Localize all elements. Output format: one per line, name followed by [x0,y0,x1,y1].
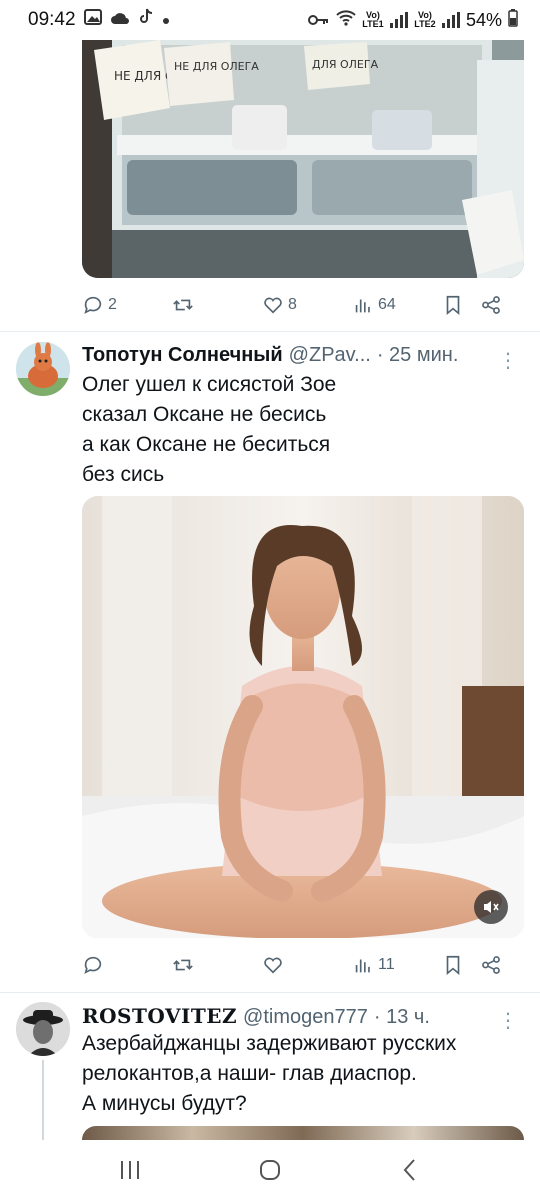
tweet-actions: 2 8 64 [82,290,514,320]
cloud-icon [110,9,130,31]
reply-icon [84,296,102,314]
home-button[interactable] [240,1150,300,1190]
views-button[interactable]: 64 [352,294,442,316]
like-button[interactable]: 8 [262,294,352,316]
views-button[interactable]: 11 [352,954,442,976]
retweet-icon [173,299,193,311]
avatar-image [16,342,70,396]
home-icon [260,1160,280,1180]
tweet-text-line: Азербайджанцы задерживают русских [82,1032,457,1055]
tweet-text-line: а как Оксане не беситься [82,433,331,456]
sim2-label: Vo) LTE2 [414,10,436,29]
more-icon[interactable]: ⋮ [498,1011,518,1031]
speaker-muted-icon [484,901,499,913]
tweet-text-line: Олег ушел к сисястой Зое [82,373,337,396]
tweet-divider [0,331,540,332]
reply-button[interactable]: 2 [82,294,172,316]
share-button[interactable] [480,954,510,976]
share-button[interactable] [480,294,510,316]
sim1-label: Vo) LTE1 [362,10,384,29]
fridge-photo: НЕ ДЛЯ ОЛЕГА НЕ ДЛЯ ОЛЕГА ДЛЯ ОЛЕГА [82,40,524,278]
share-icon [482,296,500,314]
timestamp[interactable]: · 25 мин. [377,344,459,367]
tweet-divider [0,992,540,993]
back-button[interactable] [380,1150,440,1190]
retweet-button[interactable] [172,294,262,316]
bookmark-icon [446,955,460,976]
views-icon [355,299,370,313]
tweet-image[interactable] [82,1126,524,1140]
tweet-text: Азербайджанцы задерживают русских релока… [82,1029,522,1119]
retweet-button[interactable] [172,954,262,976]
note-label: ДЛЯ ОЛЕГА [312,58,379,71]
bookmark-button[interactable] [442,294,480,316]
avatar[interactable] [16,342,70,396]
recent-apps-icon [121,1161,139,1179]
reply-button[interactable] [82,954,172,976]
like-button[interactable] [262,954,352,976]
tweet-text: Олег ушел к сисястой Зое сказал Оксане н… [82,370,522,490]
wifi-icon [336,9,356,31]
tweet-text-line: А минусы будут? [82,1092,247,1115]
user-handle[interactable]: @timogen777 [243,1006,368,1029]
tiktok-icon [138,8,154,32]
avatar[interactable] [16,1002,70,1056]
video-frame [82,496,524,938]
battery-level: 54% [465,9,502,30]
tweet-text-line: без сись [82,463,165,486]
thread-line [42,1060,44,1140]
tweet-image-fridge[interactable]: НЕ ДЛЯ ОЛЕГА НЕ ДЛЯ ОЛЕГА ДЛЯ ОЛЕГА [82,40,524,278]
dot-icon [162,9,170,31]
tweet-header: Топотун Солнечный @ZPav... · 25 мин. [82,344,522,367]
views-count: 64 [378,296,396,313]
bookmark-icon [446,295,460,316]
avatar-image [16,1002,70,1056]
mute-button[interactable] [474,890,508,924]
signal-icon [441,12,460,28]
like-count: 8 [288,296,297,313]
tweet-actions: 11 [82,950,514,980]
tweet-text-line: релокантов,а наши- глав диаспор. [82,1062,417,1085]
display-name[interactable]: ROSTOVITEZ [82,1004,237,1028]
key-icon [307,10,330,31]
more-icon[interactable]: ⋮ [498,351,518,371]
timestamp[interactable]: · 13 ч. [374,1006,430,1029]
bookmark-button[interactable] [442,954,480,976]
signal-icon [389,12,408,28]
tweet-text-line: сказал Оксане не бесись [82,403,327,426]
reply-icon [84,956,102,974]
share-icon [482,956,500,974]
status-bar: 09:42 Vo) LTE1 Vo) LTE2 54% [0,0,540,40]
battery-icon [508,8,518,32]
reply-count: 2 [108,296,117,313]
recent-apps-button[interactable] [100,1150,160,1190]
display-name[interactable]: Топотун Солнечный [82,344,283,367]
user-handle[interactable]: @ZPav... [289,344,371,367]
note-label: НЕ ДЛЯ ОЛЕГА [174,60,259,73]
views-count: 11 [378,956,395,973]
status-time: 09:42 [28,9,76,30]
gallery-icon [83,9,102,31]
views-icon [355,959,370,973]
retweet-icon [173,959,193,971]
tweet-header: ROSTOVITEZ @timogen777 · 13 ч. [82,1004,522,1029]
system-nav-bar [0,1140,540,1200]
heart-icon [264,297,282,314]
heart-icon [264,957,282,974]
tweet-video[interactable] [82,496,524,938]
back-icon [403,1159,415,1181]
